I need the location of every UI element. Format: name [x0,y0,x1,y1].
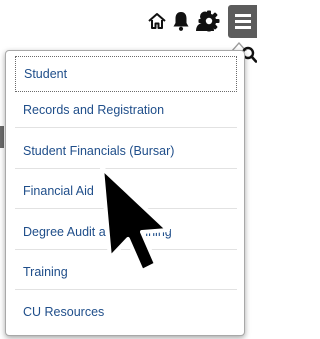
menu-item-label: Student Financials (Bursar) [23,143,175,158]
menu-item-cu-resources[interactable]: CU Resources [15,294,237,330]
gear-icon[interactable] [196,8,222,34]
menu-item-label: Training [23,264,68,279]
menu-item-records-and-registration[interactable]: Records and Registration [15,92,237,128]
header-bar [0,0,257,44]
menu-item-label: Records and Registration [23,102,165,117]
bell-icon[interactable] [168,8,194,34]
hamburger-menu-icon [234,14,251,29]
menu-item-label: Student [24,67,68,81]
menu-item-label: CU Resources [23,305,105,319]
background-page-edge [0,126,4,148]
menu-item-student[interactable]: Student [15,56,237,92]
menu-item-label: Financial Aid [23,183,94,198]
mouse-pointer-icon [100,166,170,273]
home-icon[interactable] [144,8,170,34]
hamburger-menu-button[interactable] [228,5,257,38]
